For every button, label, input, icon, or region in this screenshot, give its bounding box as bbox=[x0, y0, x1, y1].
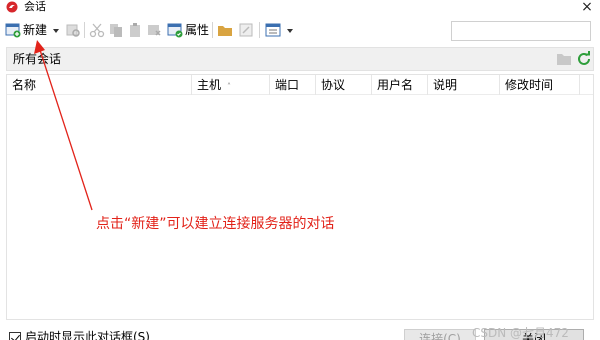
dropdown-arrow-icon bbox=[287, 29, 293, 33]
edit-icon bbox=[239, 23, 253, 37]
toolbar-separator bbox=[212, 22, 213, 38]
app-logo-icon bbox=[6, 1, 18, 13]
copy-icon bbox=[110, 24, 122, 37]
delete-icon bbox=[148, 25, 161, 36]
session-list[interactable]: 名称 主机 ˄ 端口 协议 用户名 说明 修改时间 bbox=[6, 74, 594, 320]
column-header-name[interactable]: 名称 bbox=[7, 75, 192, 95]
sort-ascending-icon: ˄ bbox=[227, 82, 232, 91]
group-label: 所有会话 bbox=[13, 52, 62, 66]
new-session-icon bbox=[5, 23, 21, 38]
new-dropdown-button[interactable] bbox=[52, 21, 60, 39]
open-button[interactable] bbox=[65, 21, 81, 39]
toolbar-separator bbox=[259, 22, 260, 38]
column-header-port[interactable]: 端口 bbox=[270, 75, 316, 95]
toolbar-separator bbox=[84, 22, 85, 38]
column-header-modified-time[interactable]: 修改时间 bbox=[500, 75, 580, 95]
new-session-label: 新建 bbox=[23, 23, 48, 37]
edit-button[interactable] bbox=[238, 21, 254, 39]
folder-icon bbox=[218, 26, 232, 36]
column-header-protocol[interactable]: 协议 bbox=[316, 75, 372, 95]
paste-button[interactable] bbox=[127, 21, 143, 39]
list-header: 名称 主机 ˄ 端口 协议 用户名 说明 修改时间 bbox=[7, 75, 593, 95]
properties-button[interactable]: 属性 bbox=[167, 21, 209, 39]
refresh-icon[interactable] bbox=[576, 51, 592, 67]
window-title: 会话 bbox=[24, 0, 46, 13]
column-header-username[interactable]: 用户名 bbox=[372, 75, 428, 95]
watermark: CSDN @七月472 bbox=[472, 326, 569, 340]
dropdown-arrow-icon bbox=[53, 29, 59, 33]
column-header-host[interactable]: 主机 ˄ bbox=[192, 75, 270, 95]
title-bar: 会话 × bbox=[0, 0, 600, 16]
open-session-icon bbox=[66, 24, 80, 37]
properties-icon bbox=[167, 23, 183, 38]
cut-icon bbox=[89, 23, 105, 38]
copy-button[interactable] bbox=[108, 21, 124, 39]
folder-button[interactable] bbox=[217, 21, 233, 39]
annotation-text: 点击“新建”可以建立连接服务器的对话 bbox=[96, 216, 335, 232]
session-group-bar: 所有会话 bbox=[6, 47, 594, 71]
new-session-button[interactable]: 新建 bbox=[5, 21, 47, 39]
view-button[interactable] bbox=[265, 21, 281, 39]
startup-checkbox[interactable] bbox=[9, 332, 21, 340]
view-dropdown-button[interactable] bbox=[286, 21, 294, 39]
column-header-description[interactable]: 说明 bbox=[428, 75, 500, 95]
startup-checkbox-label[interactable]: 启动时显示此对话框(S) bbox=[25, 330, 150, 340]
cut-button[interactable] bbox=[89, 21, 105, 39]
delete-button[interactable] bbox=[146, 21, 162, 39]
new-folder-icon[interactable] bbox=[556, 52, 572, 66]
connect-button[interactable]: 连接(C) bbox=[404, 329, 476, 340]
properties-label: 属性 bbox=[185, 23, 210, 37]
paste-icon bbox=[130, 23, 140, 37]
window-close-button[interactable]: × bbox=[578, 0, 596, 15]
view-layout-icon bbox=[265, 23, 281, 37]
search-input[interactable] bbox=[451, 21, 591, 41]
